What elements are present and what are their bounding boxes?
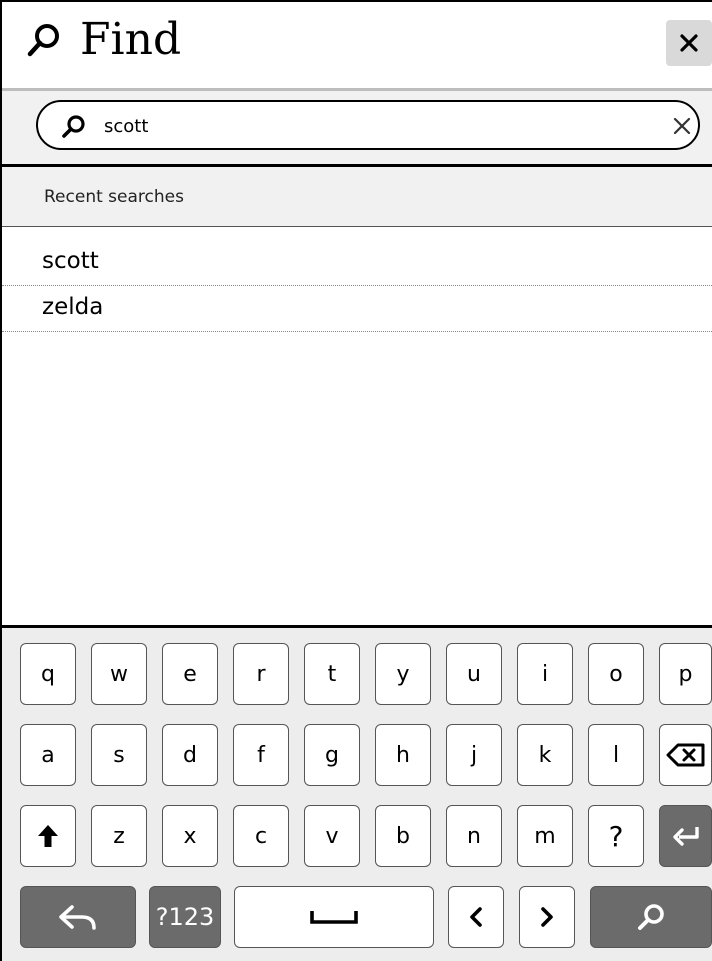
key-j[interactable]: j (446, 724, 502, 786)
key-k[interactable]: k (517, 724, 573, 786)
key-s[interactable]: s (91, 724, 147, 786)
key-g[interactable]: g (304, 724, 360, 786)
header: Find (2, 2, 712, 88)
key-m[interactable]: m (517, 805, 573, 867)
key-q[interactable]: q (20, 643, 76, 705)
recent-searches-label: Recent searches (44, 187, 184, 207)
backspace-key[interactable] (659, 724, 712, 786)
enter-key[interactable] (659, 805, 712, 867)
key-b[interactable]: b (375, 805, 431, 867)
search-icon (62, 115, 85, 138)
cursor-left-key[interactable] (448, 886, 504, 948)
key-o[interactable]: o (588, 643, 644, 705)
key-v[interactable]: v (304, 805, 360, 867)
key-y[interactable]: y (375, 643, 431, 705)
key-question-mark[interactable]: ? (588, 805, 644, 867)
recent-search-text: scott (42, 248, 99, 274)
key-u[interactable]: u (446, 643, 502, 705)
key-a[interactable]: a (20, 724, 76, 786)
list-item[interactable]: scott (2, 240, 712, 286)
key-d[interactable]: d (162, 724, 218, 786)
key-l[interactable]: l (588, 724, 644, 786)
shift-arrow-icon (38, 825, 58, 847)
clear-icon (673, 117, 691, 135)
close-icon (680, 34, 698, 52)
key-n[interactable]: n (446, 805, 502, 867)
key-i[interactable]: i (517, 643, 573, 705)
find-screen: Find Recent searches (0, 0, 712, 961)
list-item[interactable]: zelda (2, 286, 712, 332)
search-icon (638, 904, 664, 930)
key-p[interactable]: p (659, 643, 712, 705)
search-key[interactable] (590, 886, 712, 948)
clear-search-button[interactable] (668, 112, 696, 140)
space-bar-icon (310, 911, 358, 924)
back-arrow-icon (59, 905, 96, 930)
search-bar (2, 91, 712, 164)
search-input[interactable] (104, 106, 624, 146)
shift-key[interactable] (20, 805, 76, 867)
key-f[interactable]: f (233, 724, 289, 786)
symbols-key[interactable]: ?123 (149, 886, 221, 948)
key-h[interactable]: h (375, 724, 431, 786)
recent-search-text: zelda (42, 294, 104, 320)
key-t[interactable]: t (304, 643, 360, 705)
close-button[interactable] (666, 20, 712, 66)
backspace-icon (666, 743, 704, 767)
page-title: Find (80, 14, 182, 65)
enter-icon (672, 827, 699, 846)
search-field[interactable] (36, 100, 700, 150)
key-e[interactable]: e (162, 643, 218, 705)
key-x[interactable]: x (162, 805, 218, 867)
key-w[interactable]: w (91, 643, 147, 705)
on-screen-keyboard: q w e r t y u i o p a s d f g h j k l z … (2, 628, 712, 961)
chevron-left-icon (470, 907, 482, 927)
key-c[interactable]: c (233, 805, 289, 867)
recent-searches-list: scott zelda (2, 240, 712, 332)
cursor-right-key[interactable] (519, 886, 575, 948)
key-r[interactable]: r (233, 643, 289, 705)
chevron-right-icon (541, 907, 553, 927)
recent-searches-header: Recent searches (2, 167, 712, 227)
key-z[interactable]: z (91, 805, 147, 867)
space-key[interactable] (234, 886, 434, 948)
back-key[interactable] (20, 886, 136, 948)
search-icon (27, 24, 59, 57)
